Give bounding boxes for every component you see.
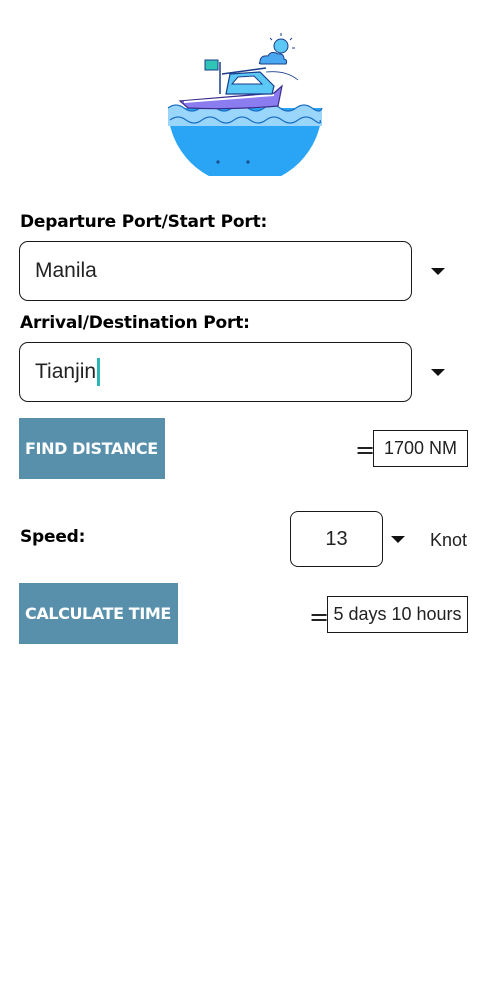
speed-value: 13 bbox=[325, 527, 348, 550]
time-result: 5 days 10 hours bbox=[327, 596, 468, 633]
arrival-dropdown-icon[interactable] bbox=[431, 369, 445, 376]
time-result-value: 5 days 10 hours bbox=[333, 604, 462, 624]
speed-field[interactable]: 13 bbox=[290, 511, 383, 567]
calculate-time-label: CALCULATE TIME bbox=[25, 604, 171, 623]
find-distance-label: FIND DISTANCE bbox=[25, 439, 158, 458]
arrival-port-label: Arrival/Destination Port: bbox=[20, 313, 250, 333]
speed-label: Speed: bbox=[20, 527, 86, 547]
find-distance-button[interactable]: FIND DISTANCE bbox=[19, 418, 165, 479]
boat-illustration-icon bbox=[162, 28, 328, 185]
text-cursor bbox=[97, 358, 101, 386]
speed-dropdown-icon[interactable] bbox=[391, 536, 405, 543]
departure-port-field[interactable]: Manila bbox=[19, 241, 412, 301]
speed-unit: Knot bbox=[430, 530, 468, 550]
arrival-port-field[interactable]: Tianjin bbox=[19, 342, 412, 402]
departure-port-label: Departure Port/Start Port: bbox=[20, 212, 268, 232]
distance-result: 1700 NM bbox=[373, 430, 468, 467]
departure-port-value: Manila bbox=[35, 259, 97, 282]
departure-dropdown-icon[interactable] bbox=[431, 268, 445, 275]
distance-result-value: 1700 NM bbox=[383, 438, 458, 458]
calculate-time-button[interactable]: CALCULATE TIME bbox=[19, 583, 178, 644]
arrival-port-value: Tianjin bbox=[35, 360, 97, 383]
